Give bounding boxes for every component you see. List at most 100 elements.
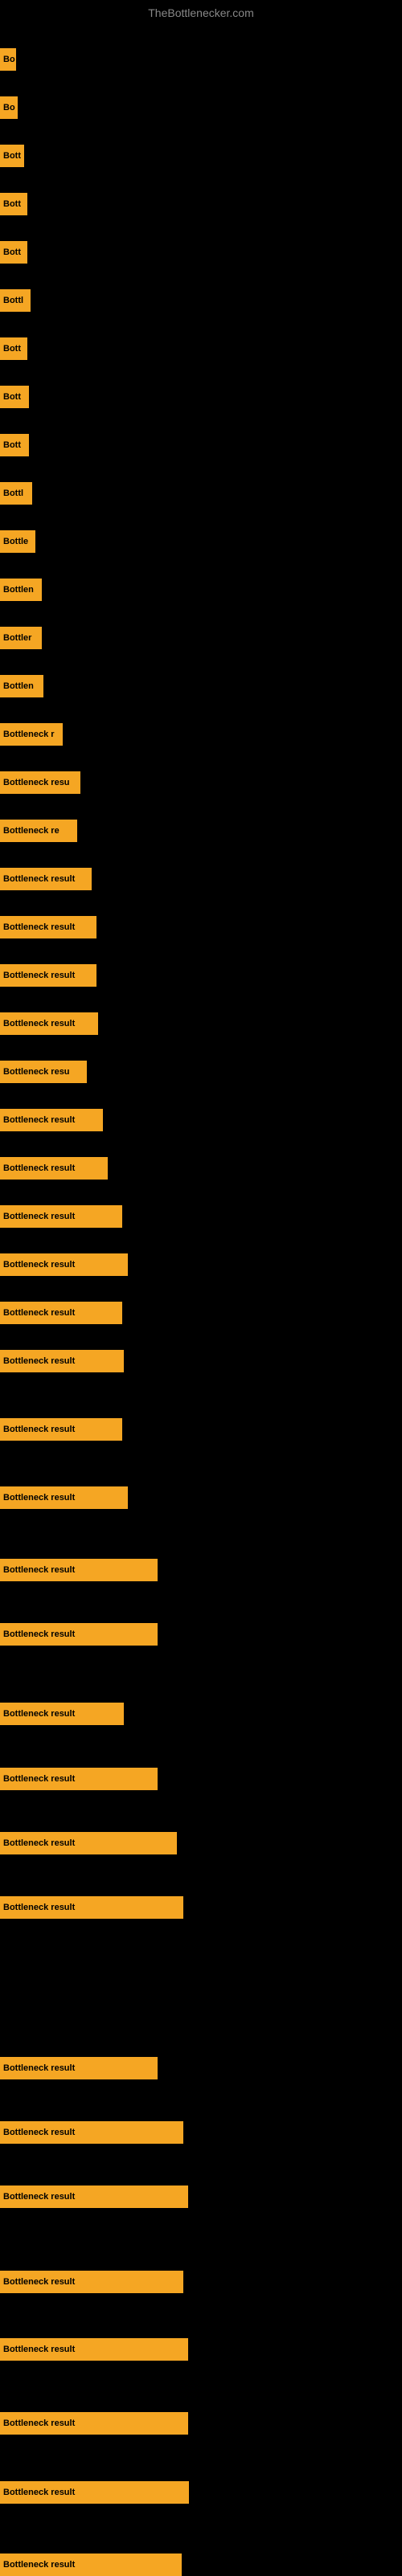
bottleneck-bar: Bottleneck result (0, 1350, 124, 1372)
bottleneck-bar: Bottleneck result (0, 1418, 122, 1441)
bar-label: Bott (3, 151, 21, 161)
bar-row: Bottleneck result (0, 868, 402, 890)
bar-label: Bottleneck result (3, 2419, 75, 2428)
bar-label: Bottleneck result (3, 2277, 75, 2287)
bar-label: Bott (3, 247, 21, 257)
bar-row: Bottlen (0, 579, 402, 601)
bar-row: Bottleneck result (0, 1486, 402, 1509)
bar-label: Bottleneck result (3, 2488, 75, 2497)
bar-row: Bottleneck resu (0, 1061, 402, 1083)
bar-row: Bottleneck result (0, 1157, 402, 1180)
bar-row: Bott (0, 241, 402, 264)
bottleneck-bar: Bottleneck result (0, 868, 92, 890)
bar-label: Bottleneck result (3, 1212, 75, 1221)
bar-row: Bottleneck result (0, 1418, 402, 1441)
bar-row: Bottleneck result (0, 1109, 402, 1131)
bar-label: Bottleneck result (3, 1115, 75, 1125)
bar-row: Bottleneck result (0, 1253, 402, 1276)
bar-label: Bott (3, 199, 21, 209)
bottleneck-bar: Bottleneck result (0, 2481, 189, 2504)
bar-row: Bottleneck result (0, 964, 402, 987)
bottleneck-bar: Bottleneck result (0, 1157, 108, 1180)
bar-label: Bottleneck result (3, 1356, 75, 1366)
bottleneck-bar: Bott (0, 337, 27, 360)
bottleneck-bar: Bottleneck result (0, 1703, 124, 1725)
bar-row: Bo (0, 96, 402, 119)
bottleneck-bar: Bottleneck result (0, 2057, 158, 2079)
bar-row: Bottleneck result (0, 1896, 402, 1919)
bottleneck-bar: Bottleneck resu (0, 771, 80, 794)
bar-label: Bottlen (3, 585, 34, 595)
bar-label: Bottleneck r (3, 730, 55, 739)
bar-label: Bottleneck re (3, 826, 59, 836)
bar-row: Bottleneck result (0, 1350, 402, 1372)
bar-label: Bottleneck result (3, 1493, 75, 1503)
bottleneck-bar: Bott (0, 145, 24, 167)
bar-row: Bottleneck result (0, 2271, 402, 2293)
bottleneck-bar: Bottle (0, 530, 35, 553)
bottleneck-bar: Bottleneck result (0, 1768, 158, 1790)
bar-label: Bottler (3, 633, 31, 643)
bar-label: Bottleneck result (3, 1774, 75, 1784)
bar-row: Bottleneck r (0, 723, 402, 746)
bar-row: Bott (0, 337, 402, 360)
bar-label: Bottleneck result (3, 1308, 75, 1318)
bar-row: Bottleneck result (0, 1302, 402, 1324)
site-title: TheBottlenecker.com (0, 0, 402, 26)
bar-row: Bottleneck result (0, 916, 402, 938)
bar-row: Bottleneck resu (0, 771, 402, 794)
bottleneck-bar: Bottleneck result (0, 1012, 98, 1035)
bottleneck-bar: Bottleneck result (0, 964, 96, 987)
bar-label: Bottleneck resu (3, 778, 70, 787)
bar-label: Bottleneck result (3, 2192, 75, 2202)
bar-row: Bottleneck re (0, 820, 402, 842)
bar-row: Bo (0, 48, 402, 71)
bar-label: Bottleneck result (3, 1163, 75, 1173)
bottleneck-bar: Bottleneck result (0, 2271, 183, 2293)
bar-label: Bottleneck result (3, 874, 75, 884)
bar-label: Bottleneck result (3, 1903, 75, 1912)
bar-label: Bottleneck result (3, 1629, 75, 1639)
bottleneck-bar: Bottleneck result (0, 2186, 188, 2208)
bar-label: Bottleneck result (3, 971, 75, 980)
bar-label: Bottleneck result (3, 1425, 75, 1434)
bottleneck-bar: Bottleneck result (0, 1559, 158, 1581)
bottleneck-bar: Bottl (0, 289, 31, 312)
bar-row: Bottl (0, 482, 402, 505)
bar-label: Bottl (3, 489, 23, 498)
bottleneck-bar: Bott (0, 434, 29, 456)
bottleneck-bar: Bo (0, 48, 16, 71)
bar-row: Bottleneck result (0, 2412, 402, 2435)
bar-label: Bottleneck resu (3, 1067, 70, 1077)
bar-row: Bottleneck result (0, 1205, 402, 1228)
bar-row: Bottleneck result (0, 2186, 402, 2208)
bar-label: Bottleneck result (3, 1260, 75, 1270)
bottleneck-bar: Bott (0, 193, 27, 215)
bottleneck-bar: Bottleneck result (0, 2554, 182, 2576)
bar-row: Bottleneck result (0, 2057, 402, 2079)
bar-label: Bottle (3, 537, 28, 546)
bottleneck-bar: Bottlen (0, 675, 43, 697)
bar-label: Bott (3, 440, 21, 450)
bar-row: Bott (0, 386, 402, 408)
bottleneck-bar: Bottleneck result (0, 1486, 128, 1509)
bar-label: Bo (3, 55, 15, 64)
bar-label: Bottleneck result (3, 2063, 75, 2073)
bottleneck-bar: Bott (0, 386, 29, 408)
bottleneck-bar: Bottleneck result (0, 2338, 188, 2361)
bar-row: Bott (0, 434, 402, 456)
bar-row: Bottleneck result (0, 1559, 402, 1581)
bar-label: Bottleneck result (3, 922, 75, 932)
bar-row: Bottlen (0, 675, 402, 697)
bottleneck-bar: Bottleneck result (0, 916, 96, 938)
bar-label: Bo (3, 103, 15, 112)
bar-row: Bottleneck result (0, 1768, 402, 1790)
bar-row: Bottleneck result (0, 1703, 402, 1725)
bar-label: Bottleneck result (3, 1709, 75, 1719)
bar-row: Bottleneck result (0, 2121, 402, 2144)
bottleneck-bar: Bottleneck result (0, 1623, 158, 1646)
bar-label: Bottleneck result (3, 1565, 75, 1575)
bottleneck-bar: Bott (0, 241, 27, 264)
bar-row: Bottleneck result (0, 1012, 402, 1035)
bar-label: Bottl (3, 296, 23, 305)
